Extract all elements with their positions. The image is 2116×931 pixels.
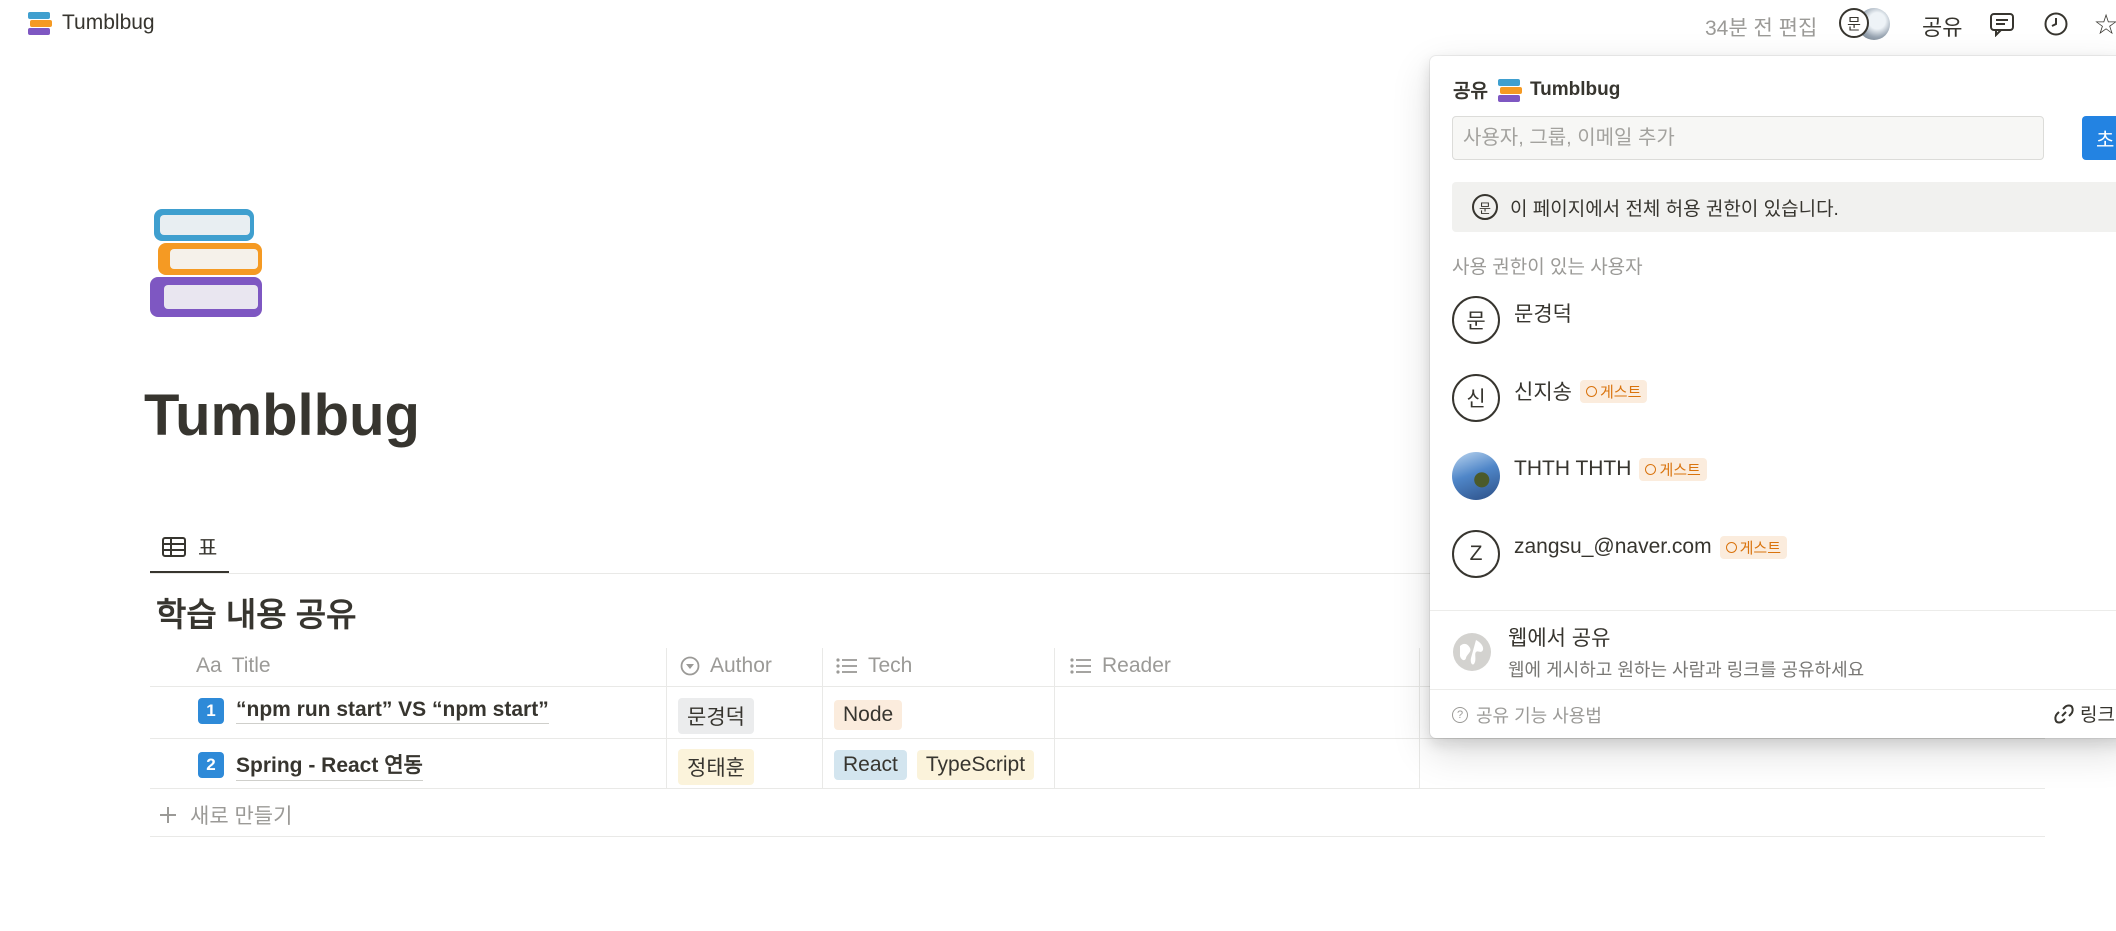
user-avatar: 문 xyxy=(1452,296,1500,344)
tab-table-view[interactable]: 표 xyxy=(150,522,230,574)
column-header-reader[interactable]: Reader xyxy=(1070,648,1171,684)
number-badge: 2 xyxy=(198,752,224,778)
number-badge: 1 xyxy=(198,698,224,724)
user-name: THTH THTH xyxy=(1514,457,1632,480)
user-name: zangsu_@naver.com xyxy=(1514,535,1712,558)
web-share-option[interactable]: 웹에서 공유 웹에 게시하고 원하는 사람과 링크를 공유하세요 xyxy=(1452,622,1864,682)
list-icon xyxy=(1070,658,1091,674)
guest-badge: 게스트 xyxy=(1639,457,1707,481)
divider xyxy=(150,836,2045,837)
tech-tag: React xyxy=(834,750,907,780)
author-cell[interactable]: 정태훈 xyxy=(678,749,754,785)
column-header-tech[interactable]: Tech xyxy=(836,648,912,684)
page-title[interactable]: Tumblbug xyxy=(144,382,420,449)
user-name: 신지송 xyxy=(1514,381,1572,404)
link-icon xyxy=(2054,704,2074,723)
breadcrumb[interactable]: Tumblbug xyxy=(26,10,155,36)
author-cell[interactable]: 문경덕 xyxy=(678,698,754,734)
select-icon xyxy=(680,656,700,676)
popover-title: 공유 xyxy=(1453,81,1488,102)
row-title[interactable]: Spring - React 연동 xyxy=(236,749,423,781)
divider xyxy=(1419,648,1420,788)
column-label: Title xyxy=(231,654,271,677)
tech-tag: Node xyxy=(834,700,903,730)
table-icon xyxy=(162,536,186,557)
divider xyxy=(150,738,2045,739)
books-icon xyxy=(1496,77,1522,103)
column-label: Tech xyxy=(868,654,913,677)
new-row-label: 새로 만들기 xyxy=(190,805,293,828)
user-avatar: 신 xyxy=(1452,374,1500,422)
divider xyxy=(666,648,667,788)
guest-badge: 게스트 xyxy=(1719,535,1787,559)
globe-icon xyxy=(1725,541,1737,553)
new-row-button[interactable]: 새로 만들기 xyxy=(158,800,292,830)
column-header-author[interactable]: Author xyxy=(680,648,772,684)
web-share-title: 웹에서 공유 xyxy=(1508,627,1611,650)
tech-cell[interactable]: Node xyxy=(834,700,903,730)
database-title[interactable]: 학습 내용 공유 xyxy=(156,588,357,636)
permission-notice: 문 이 페이지에서 전체 허용 권한이 있습니다. xyxy=(1452,182,2116,232)
tech-tag: TypeScript xyxy=(916,750,1035,780)
star-icon[interactable]: ☆ xyxy=(2092,9,2116,40)
permission-notice-text: 이 페이지에서 전체 허용 권한이 있습니다. xyxy=(1510,198,1839,220)
share-help-link[interactable]: ? 공유 기능 사용법 xyxy=(1452,702,1602,728)
row-title[interactable]: “npm run start” VS “npm start” xyxy=(236,698,549,724)
popover-page-name: Tumblbug xyxy=(1529,78,1621,100)
guest-badge: 게스트 xyxy=(1579,379,1648,403)
top-bar: Tumblbug 34분 전 편집 문 공유 ☆ xyxy=(0,0,2116,50)
divider xyxy=(1054,648,1055,788)
clock-icon[interactable] xyxy=(2042,10,2070,38)
divider xyxy=(150,788,2045,789)
divider xyxy=(1430,610,2116,611)
user-row[interactable]: Z zangsu_@naver.com 게스트 xyxy=(1452,530,1787,578)
user-avatar: 문 xyxy=(1472,194,1498,220)
books-icon[interactable] xyxy=(150,205,266,317)
copy-link-button[interactable]: 링크 xyxy=(2054,700,2115,727)
globe-icon xyxy=(1645,463,1657,475)
books-icon xyxy=(26,10,52,36)
table-row[interactable]: 2 Spring - React 연동 xyxy=(198,749,423,781)
table-row[interactable]: 1 “npm run start” VS “npm start” xyxy=(198,698,549,724)
globe-icon xyxy=(1453,633,1491,671)
current-user-avatar[interactable]: 문 xyxy=(1839,8,1869,38)
copy-link-label: 링크 xyxy=(2080,705,2115,726)
breadcrumb-page-title: Tumblbug xyxy=(62,11,155,34)
plus-icon xyxy=(160,807,176,823)
tab-label: 표 xyxy=(198,536,218,560)
text-type-icon: Aa xyxy=(196,654,222,677)
author-tag: 정태훈 xyxy=(678,749,754,785)
comment-icon[interactable] xyxy=(1988,10,2016,38)
user-row[interactable]: THTH THTH 게스트 xyxy=(1452,452,1707,500)
user-photo-avatar xyxy=(1452,452,1500,500)
user-name: 문경덕 xyxy=(1514,303,1572,326)
column-label: Reader xyxy=(1102,654,1171,677)
user-row[interactable]: 문 문경덕 xyxy=(1452,296,1572,344)
globe-icon xyxy=(1585,385,1597,397)
share-popover: 공유 Tumblbug 초 문 이 페이지에서 전체 허용 권한이 있습니다. … xyxy=(1430,56,2116,738)
section-label: 사용 권한이 있는 사용자 xyxy=(1452,257,1643,278)
invite-input[interactable] xyxy=(1452,116,2044,160)
tech-cell[interactable]: React TypeScript xyxy=(834,750,1035,780)
invite-button[interactable]: 초 xyxy=(2082,116,2116,160)
divider xyxy=(1430,689,2116,690)
help-icon: ? xyxy=(1452,707,1468,723)
user-avatar: Z xyxy=(1452,530,1500,578)
column-label: Author xyxy=(710,654,772,677)
web-share-description: 웹에 게시하고 원하는 사람과 링크를 공유하세요 xyxy=(1508,660,1865,680)
last-edited-text[interactable]: 34분 전 편집 xyxy=(1705,12,1817,42)
author-tag: 문경덕 xyxy=(678,698,754,734)
share-button[interactable]: 공유 xyxy=(1922,10,1962,42)
user-row[interactable]: 신 신지송 게스트 xyxy=(1452,374,1648,422)
divider xyxy=(822,648,823,788)
popover-header: 공유 Tumblbug xyxy=(1453,76,1620,103)
help-text: 공유 기능 사용법 xyxy=(1476,706,1602,726)
column-header-title[interactable]: Aa Title xyxy=(196,648,271,684)
list-icon xyxy=(836,658,857,674)
